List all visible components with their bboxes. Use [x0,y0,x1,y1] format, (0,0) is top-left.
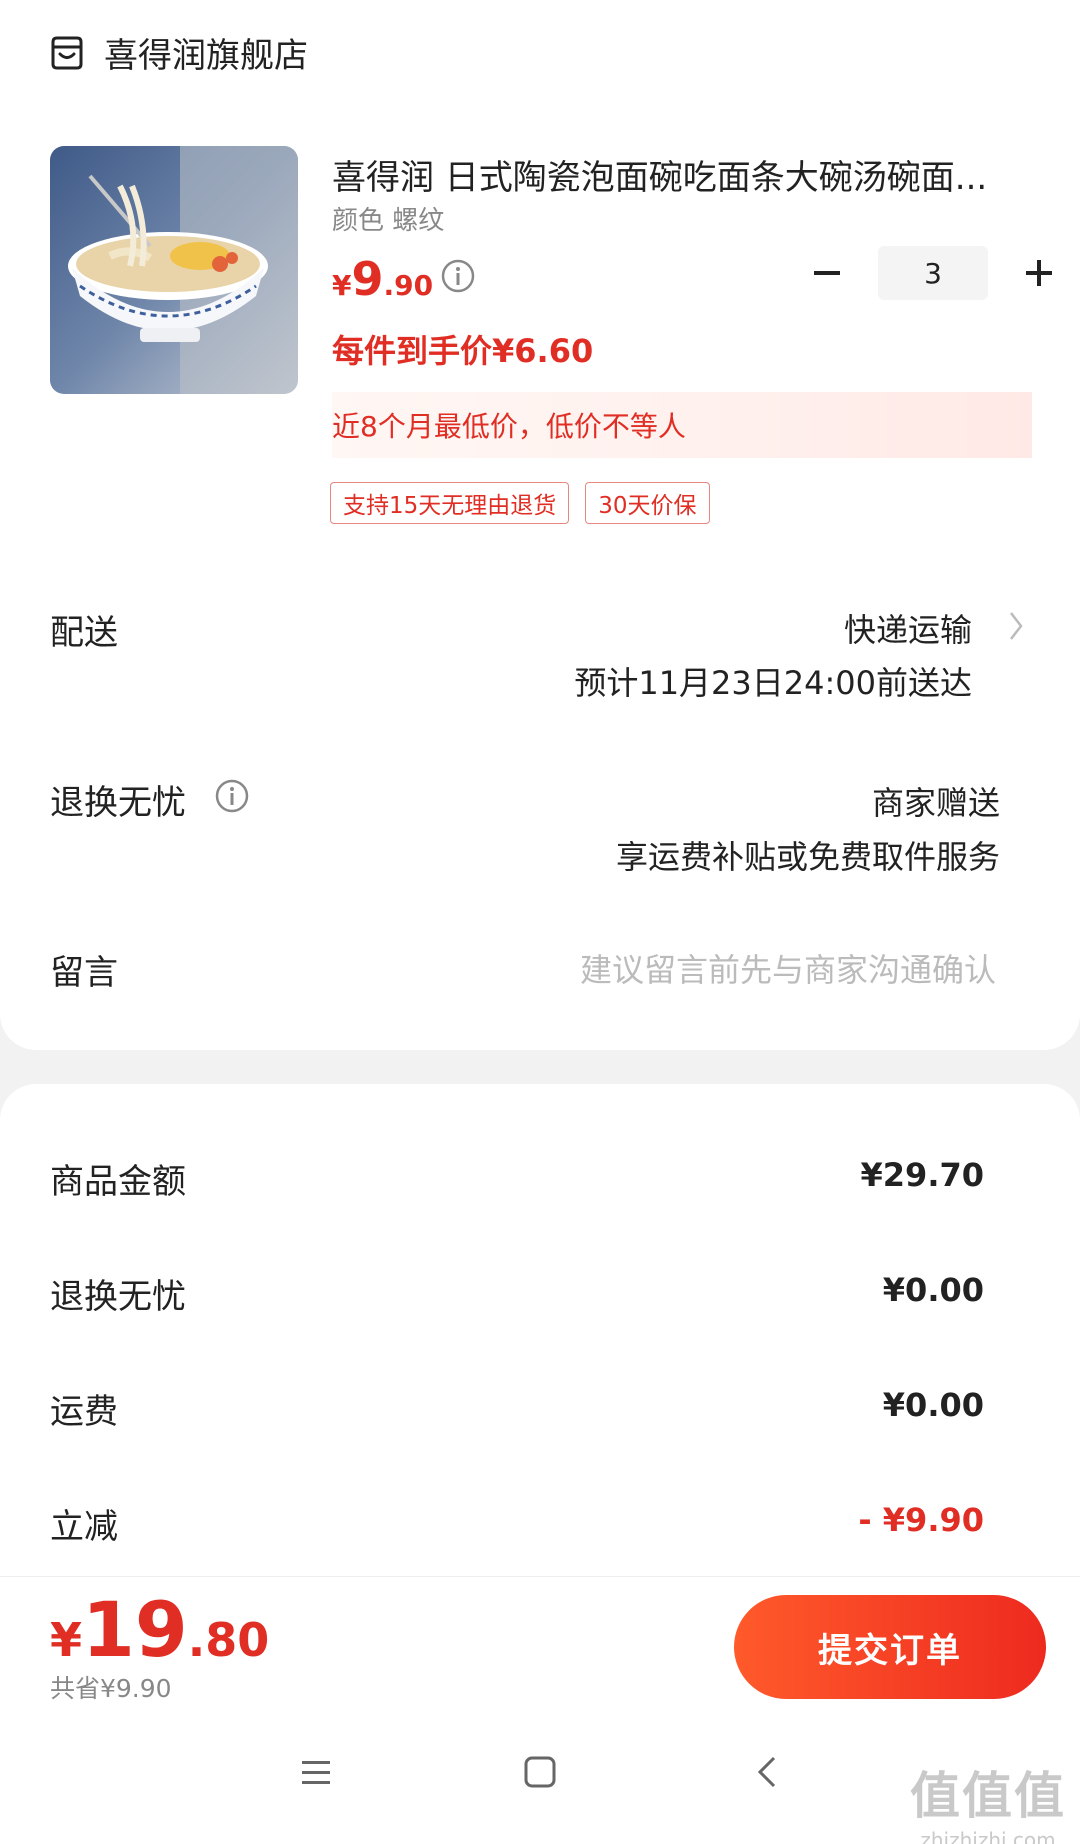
summary-value-discount: - ¥9.90 [858,1501,984,1539]
system-nav-bar: 值值值 zhizhizhi.com [0,1716,1080,1844]
shipping-method[interactable]: 快递运输 [844,605,972,651]
summary-label-discount: 立减 [50,1507,118,1547]
summary-label-goods: 商品金额 [50,1162,186,1202]
summary-card: 商品金额 ¥29.70 退换无忧 ¥0.00 运费 ¥0.00 立减 - ¥9.… [0,1084,1080,1584]
watermark-big: 值值值 [910,1767,1066,1825]
store-icon [48,34,86,72]
returns-line1: 商家赠送 [871,784,1000,822]
returns-info-icon[interactable] [214,778,250,814]
quantity-value[interactable]: 3 [878,246,988,300]
product-variant[interactable]: 颜色 螺纹 [332,200,444,237]
summary-value-shipping: ¥0.00 [882,1386,984,1424]
submit-order-button[interactable]: 提交订单 [734,1595,1046,1699]
price-decimal: .90 [383,269,434,302]
tag-price-protection[interactable]: 30天价保 [585,482,710,524]
store-name: 喜得润旗舰店 [104,36,308,76]
product-title[interactable]: 喜得润 日式陶瓷泡面碗吃面条大碗汤碗面... [332,150,1032,199]
returns-label: 退换无忧 [50,783,186,823]
lowest-price-banner: 近8个月最低价，低价不等人 [332,392,1032,458]
summary-label-returns: 退换无忧 [50,1277,186,1317]
price-info-icon[interactable] [440,258,476,294]
product-image[interactable] [50,146,298,394]
back-icon[interactable] [748,1752,788,1792]
minus-icon[interactable] [810,256,844,290]
watermark: 值值值 zhizhizhi.com [910,1756,1066,1844]
lowest-price-text: 近8个月最低价，低价不等人 [332,410,686,443]
service-tags: 支持15天无理由退货 30天价保 [330,482,726,524]
order-card: 喜得润旗舰店 喜得润 日式陶瓷泡面碗吃面条大碗汤碗面... 颜色 螺纹 ¥ 9 … [0,0,1080,1050]
shipping-label: 配送 [50,613,118,653]
unit-price: 每件到手价¥6.60 [332,332,594,370]
home-icon[interactable] [520,1752,560,1792]
saved-amount: 共省¥9.90 [50,1674,172,1703]
store-header[interactable]: 喜得润旗舰店 [48,28,308,77]
summary-value-goods: ¥29.70 [860,1156,984,1194]
price-currency: ¥ [332,269,352,302]
shipping-eta: 预计11月23日24:00前送达 [574,664,972,702]
watermark-small: zhizhizhi.com [920,1828,1056,1844]
summary-label-shipping: 运费 [50,1392,118,1432]
product-price: ¥ 9 .90 [332,252,433,306]
message-input[interactable]: 建议留言前先与商家沟通确认 [580,945,996,991]
chevron-right-icon[interactable] [1006,609,1026,643]
total-currency: ¥ [50,1613,83,1667]
returns-line2: 享运费补贴或免费取件服务 [615,838,1000,876]
summary-value-returns: ¥0.00 [882,1271,984,1309]
total-decimal: .80 [187,1613,270,1667]
quantity-stepper[interactable]: 3 [810,246,1056,300]
checkout-bar: ¥ 19 .80 共省¥9.90 提交订单 [0,1576,1080,1716]
total-integer: 19 [82,1585,188,1674]
plus-icon[interactable] [1022,256,1056,290]
message-label: 留言 [50,953,118,993]
menu-icon[interactable] [296,1752,336,1792]
total-price: ¥ 19 .80 [50,1585,269,1674]
price-integer: 9 [351,252,384,306]
tag-return-policy[interactable]: 支持15天无理由退货 [330,482,570,524]
